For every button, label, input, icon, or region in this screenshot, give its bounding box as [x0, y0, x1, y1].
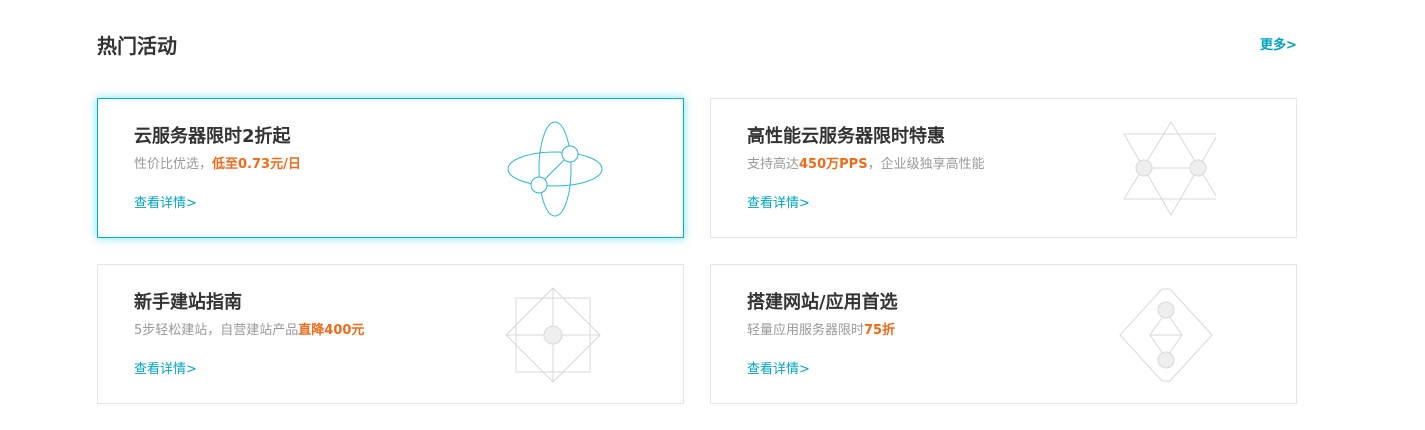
view-details-link[interactable]: 查看详情> — [134, 195, 197, 213]
card-description: 5步轻松建站，自营建站产品直降400元 — [134, 322, 364, 340]
orbit-icon — [507, 121, 603, 217]
card-description-highlight: 直降400元 — [298, 323, 365, 338]
hexagram-icon — [1123, 121, 1216, 216]
view-details-link[interactable]: 查看详情> — [747, 361, 810, 379]
card-description-suffix: ，企业级独享高性能 — [867, 157, 985, 172]
double-diamond-icon — [1119, 288, 1213, 382]
card-title: 新手建站指南 — [134, 292, 242, 313]
card-description-highlight: 75折 — [864, 323, 896, 338]
card-description-text: 轻量应用服务器限时 — [747, 323, 865, 338]
card-description: 性价比优选，低至0.73元/日 — [134, 156, 301, 174]
activity-card-website-guide[interactable]: 新手建站指南 5步轻松建站，自营建站产品直降400元 查看详情> — [97, 264, 684, 404]
hot-activities-section: 热门活动 更多> 云服务器限时2折起 性价比优选，低至0.73元/日 查看详情>… — [0, 0, 1425, 430]
view-details-link[interactable]: 查看详情> — [747, 195, 810, 213]
section-title: 热门活动 — [97, 34, 177, 58]
card-description-highlight: 450万PPS — [799, 157, 868, 172]
nested-squares-icon — [505, 287, 601, 383]
card-title: 高性能云服务器限时特惠 — [747, 126, 945, 147]
card-description-text: 5步轻松建站，自营建站产品 — [134, 323, 299, 338]
activity-card-high-performance[interactable]: 高性能云服务器限时特惠 支持高达450万PPS，企业级独享高性能 查看详情> — [710, 98, 1297, 238]
activity-card-lightweight-server[interactable]: 搭建网站/应用首选 轻量应用服务器限时75折 查看详情> — [710, 264, 1297, 404]
activity-card-cloud-server[interactable]: 云服务器限时2折起 性价比优选，低至0.73元/日 查看详情> — [97, 98, 684, 238]
card-description-highlight: 低至0.73元/日 — [212, 157, 301, 172]
card-description-text: 支持高达 — [747, 157, 800, 172]
view-details-link[interactable]: 查看详情> — [134, 361, 197, 379]
card-title: 搭建网站/应用首选 — [747, 292, 898, 313]
card-title: 云服务器限时2折起 — [134, 126, 291, 147]
more-link[interactable]: 更多> — [1260, 37, 1297, 55]
card-description: 轻量应用服务器限时75折 — [747, 322, 895, 340]
card-description-text: 性价比优选， — [134, 157, 213, 172]
card-description: 支持高达450万PPS，企业级独享高性能 — [747, 156, 985, 174]
